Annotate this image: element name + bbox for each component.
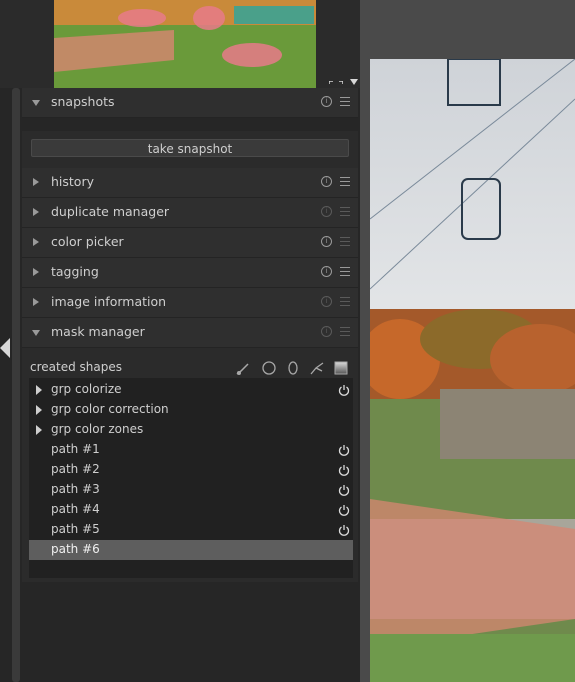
list-item[interactable]: grp color zones <box>29 420 353 440</box>
power-icon[interactable] <box>338 524 350 536</box>
module-label: duplicate manager <box>51 204 170 219</box>
list-item[interactable]: path #2 <box>29 460 353 480</box>
power-icon[interactable] <box>338 444 350 456</box>
gradient-icon[interactable] <box>334 360 348 379</box>
presets-menu-icon[interactable] <box>340 97 350 106</box>
info-icon[interactable]: i <box>321 266 332 277</box>
shapes-list[interactable]: grp colorize grp color correction grp co… <box>29 378 353 578</box>
shape-label: grp color correction <box>51 402 169 416</box>
list-item-selected[interactable]: path #6 <box>29 540 353 560</box>
expanded-arrow-icon <box>32 100 40 106</box>
power-icon[interactable] <box>338 464 350 476</box>
shape-label: path #4 <box>51 502 100 516</box>
info-icon[interactable]: i <box>321 236 332 247</box>
presets-menu-icon[interactable] <box>340 327 350 336</box>
module-label: color picker <box>51 234 124 249</box>
info-icon[interactable]: i <box>321 96 332 107</box>
module-mask-manager[interactable]: mask manager i <box>22 318 358 348</box>
shape-label: grp color zones <box>51 422 144 436</box>
path-icon[interactable] <box>310 360 324 379</box>
shape-label: path #3 <box>51 482 100 496</box>
module-tagging[interactable]: tagging i <box>22 258 358 288</box>
panel-scrollbar[interactable] <box>12 88 20 682</box>
power-icon[interactable] <box>338 484 350 496</box>
presets-menu-icon[interactable] <box>340 207 350 216</box>
circle-icon[interactable] <box>262 360 276 379</box>
mask-manager-body: created shapes grp colorize grp color co… <box>22 348 358 582</box>
power-icon[interactable] <box>338 384 350 396</box>
list-item[interactable]: path #1 <box>29 440 353 460</box>
module-image-information[interactable]: image information i <box>22 288 358 318</box>
expand-arrow-icon[interactable] <box>36 425 42 435</box>
collapsed-arrow-icon <box>33 208 39 216</box>
list-item[interactable]: grp color correction <box>29 400 353 420</box>
list-item[interactable]: grp colorize <box>29 380 353 400</box>
list-item[interactable]: path #3 <box>29 480 353 500</box>
shape-label: path #2 <box>51 462 100 476</box>
snapshots-body: take snapshot <box>22 131 358 169</box>
module-label: history <box>51 174 94 189</box>
zoom-dropdown-icon[interactable] <box>350 79 358 85</box>
shape-label: path #6 <box>51 542 100 556</box>
collapse-left-panel-icon[interactable] <box>0 338 10 358</box>
collapsed-arrow-icon <box>33 298 39 306</box>
module-label: image information <box>51 294 167 309</box>
info-icon[interactable]: i <box>321 296 332 307</box>
shape-label: grp colorize <box>51 382 122 396</box>
module-history[interactable]: history i <box>22 168 358 198</box>
collapsed-arrow-icon <box>33 178 39 186</box>
shape-label: path #1 <box>51 442 100 456</box>
module-label: snapshots <box>51 94 115 109</box>
list-item[interactable]: path #5 <box>29 520 353 540</box>
created-shapes-label: created shapes <box>30 360 122 374</box>
presets-menu-icon[interactable] <box>340 177 350 186</box>
info-icon[interactable]: i <box>321 206 332 217</box>
collapsed-arrow-icon <box>33 268 39 276</box>
expand-arrow-icon[interactable] <box>36 385 42 395</box>
ellipse-icon[interactable] <box>287 360 299 379</box>
presets-menu-icon[interactable] <box>340 267 350 276</box>
module-label: mask manager <box>51 324 145 339</box>
module-label: tagging <box>51 264 99 279</box>
info-icon[interactable]: i <box>321 176 332 187</box>
brush-icon[interactable] <box>236 360 250 379</box>
expand-arrow-icon[interactable] <box>36 405 42 415</box>
main-image[interactable] <box>370 59 575 682</box>
presets-menu-icon[interactable] <box>340 297 350 306</box>
list-item[interactable]: path #4 <box>29 500 353 520</box>
presets-menu-icon[interactable] <box>340 237 350 246</box>
module-color-picker[interactable]: color picker i <box>22 228 358 258</box>
module-duplicate-manager[interactable]: duplicate manager i <box>22 198 358 228</box>
take-snapshot-button[interactable]: take snapshot <box>31 139 349 157</box>
power-icon[interactable] <box>338 504 350 516</box>
zoom-fit-icon[interactable] <box>328 76 344 92</box>
navigation-thumbnail[interactable] <box>54 0 316 88</box>
collapsed-arrow-icon <box>33 238 39 246</box>
expanded-arrow-icon <box>32 330 40 336</box>
info-icon[interactable]: i <box>321 326 332 337</box>
module-snapshots[interactable]: snapshots i <box>22 88 358 118</box>
shape-label: path #5 <box>51 522 100 536</box>
